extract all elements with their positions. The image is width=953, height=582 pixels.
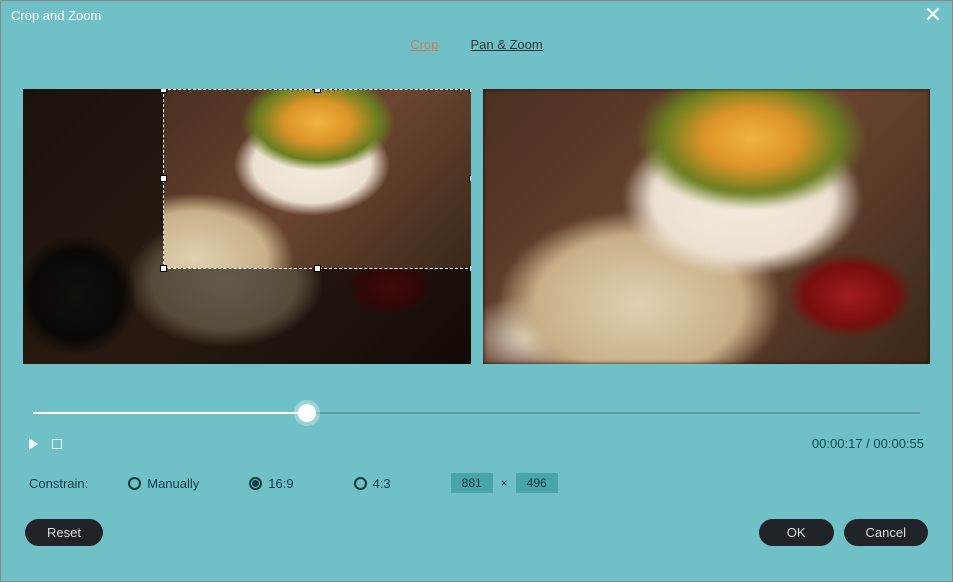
close-icon[interactable]: ✕ [924,4,942,26]
radio-16-9[interactable]: 16:9 [249,476,293,491]
crop-handle-ml[interactable] [160,175,167,182]
crop-handle-tr[interactable] [469,89,471,93]
preview-area [1,59,952,364]
crop-handle-bl[interactable] [160,265,167,272]
time-current: 00:00:17 [812,436,863,451]
tab-crop[interactable]: Crop [410,37,438,52]
timeline[interactable] [33,412,920,414]
reset-button[interactable]: Reset [25,519,103,546]
tab-pan-zoom[interactable]: Pan & Zoom [470,37,542,52]
radio-dot-icon [252,480,259,487]
window-title: Crop and Zoom [11,8,101,23]
dimension-x-icon: × [501,476,508,490]
crop-handle-mr[interactable] [469,175,471,182]
radio-4-3[interactable]: 4:3 [354,476,391,491]
radio-icon [128,477,141,490]
constrain-row: Constrain: Manually 16:9 4:3 × [29,473,924,493]
titlebar: Crop and Zoom ✕ [1,1,952,29]
radio-icon [249,477,262,490]
radio-label-43: 4:3 [373,476,391,491]
time-total: 00:00:55 [873,436,924,451]
crop-handle-tl[interactable] [160,89,167,93]
cancel-button[interactable]: Cancel [844,519,928,546]
source-preview [23,89,471,364]
timeline-fill [33,412,307,414]
crop-selection[interactable] [163,89,471,269]
play-icon[interactable] [29,438,38,450]
height-input[interactable] [516,473,558,493]
radio-label-manually: Manually [147,476,199,491]
constrain-label: Constrain: [29,476,88,491]
radio-manually[interactable]: Manually [128,476,199,491]
tab-bar: Crop Pan & Zoom [1,29,952,59]
ok-button[interactable]: OK [759,519,834,546]
time-display: 00:00:17 / 00:00:55 [812,436,924,451]
radio-icon [354,477,367,490]
dimension-inputs: × [451,473,558,493]
timeline-playhead[interactable] [298,404,316,422]
playback-row: 00:00:17 / 00:00:55 [29,436,924,451]
dialog-crop-zoom: Crop and Zoom ✕ Crop Pan & Zoom [0,0,953,582]
crop-handle-bm[interactable] [314,265,321,272]
footer: Reset OK Cancel [25,519,928,546]
result-preview [483,89,931,364]
crop-handle-br[interactable] [469,265,471,272]
crop-inner-image [164,90,471,268]
width-input[interactable] [451,473,493,493]
stop-icon[interactable] [52,439,62,449]
radio-label-169: 16:9 [268,476,293,491]
result-image [483,89,931,364]
crop-handle-tm[interactable] [314,89,321,93]
